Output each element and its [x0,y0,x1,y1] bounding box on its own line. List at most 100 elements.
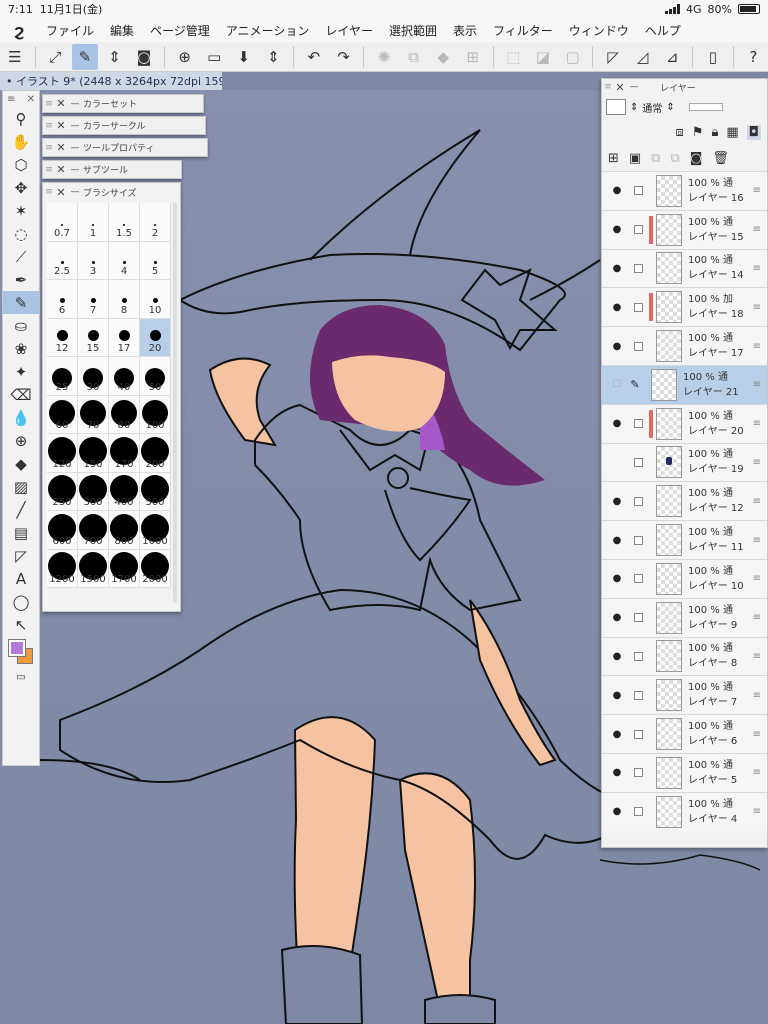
layer-row[interactable]: ● 100 % 通レイヤー 16 ≡ [602,171,767,210]
close-icon[interactable]: ✕ [614,81,626,94]
save-icon[interactable]: ⬇ [231,44,257,70]
drag-handle-icon[interactable]: ≡ [753,302,761,313]
brush-size-cell[interactable]: 5 [140,241,171,280]
grip-icon[interactable]: ≡ [43,99,55,109]
brush-size-cell[interactable]: 600 [47,511,78,550]
layer-checkbox[interactable] [634,186,643,196]
brush-size-cell[interactable]: 17 [109,318,140,357]
layer-row[interactable]: ● 100 % 通レイヤー 5 ≡ [602,752,767,792]
menu-layer[interactable]: レイヤー [317,22,381,39]
opacity-slider[interactable] [688,103,723,111]
drag-handle-icon[interactable]: ≡ [753,457,761,468]
brush-size-cell[interactable]: 1 [78,203,109,242]
layer-row[interactable]: ● 100 % 通レイヤー 12 ≡ [602,481,767,521]
magic-wand-icon[interactable]: ✶ [3,199,39,222]
eye-icon[interactable]: ● [608,302,626,313]
eye-icon[interactable]: ● [608,651,626,662]
undo-icon[interactable]: ↶ [301,44,327,70]
eye-icon[interactable]: ● [608,341,626,352]
brush-size-cell[interactable]: 80 [109,395,140,434]
grip-icon[interactable]: ≡ [7,94,15,105]
grip-icon[interactable]: ≡ [602,82,614,92]
drag-handle-icon[interactable]: ≡ [753,767,761,778]
lock-transparent-icon[interactable]: ▦ [726,125,738,140]
lock-icon[interactable]: 🔒︎ [711,125,718,140]
eye-icon[interactable]: ● [608,263,626,274]
brush-size-scrollbar[interactable] [173,203,177,603]
color-swatch[interactable] [3,636,39,666]
brush-size-cell[interactable]: 120 [47,434,78,473]
eye-icon[interactable]: ● [608,224,626,235]
layer-row[interactable]: ● 100 % 加レイヤー 18 ≡ [602,287,767,327]
eye-icon[interactable]: ● [608,457,626,468]
eye-icon[interactable]: ● [608,573,626,584]
line-icon[interactable]: ╱ [3,498,39,521]
copy-icon[interactable]: ⧉ [401,44,427,70]
eraser-icon[interactable]: ⌫ [3,383,39,406]
blend-mode-select[interactable]: 通常 [642,100,662,115]
drag-handle-icon[interactable]: ≡ [753,379,761,390]
brush-size-cell[interactable]: 700 [78,511,109,550]
trash-icon[interactable]: 🗑︎ [712,151,729,166]
layer-row[interactable]: ● 100 % 通レイヤー 9 ≡ [602,597,767,637]
snapshot-icon[interactable]: ◙ [131,44,157,70]
drag-handle-icon[interactable]: ≡ [753,573,761,584]
brush-size-cell[interactable]: 1500 [78,549,109,588]
chevron-updown-icon[interactable]: ⇕ [666,102,674,113]
gradient-icon[interactable]: ▨ [3,475,39,498]
correction-icon[interactable]: ↖ [3,613,39,636]
brush-size-cell[interactable]: 200 [140,434,171,473]
brush-size-cell[interactable]: 1700 [109,549,140,588]
panel-color-set[interactable]: ≡ ✕ — カラーセット [42,94,204,113]
brush-size-cell[interactable]: 50 [140,357,171,396]
brush-size-cell[interactable]: 2.5 [47,241,78,280]
brush-size-cell[interactable]: 1.5 [109,203,140,242]
eye-icon[interactable]: ● [608,690,626,701]
grip-icon[interactable]: ≡ [43,165,55,175]
eyedropper-icon[interactable]: ⟋ [3,245,39,268]
drag-handle-icon[interactable]: ≡ [753,690,761,701]
frame-icon[interactable]: ▤ [3,521,39,544]
layer-row[interactable]: ● 100 % 通レイヤー 17 ≡ [602,326,767,365]
ruler-icon[interactable]: ◸ [600,44,626,70]
grip-icon[interactable]: ≡ [43,121,55,131]
eye-icon[interactable]: ● [608,729,626,740]
brush-size-cell[interactable]: 150 [78,434,109,473]
chevron-updown-icon[interactable]: ⇕ [630,102,638,113]
drag-handle-icon[interactable]: ≡ [753,418,761,429]
brush-size-cell[interactable]: 3 [78,241,109,280]
help-icon[interactable]: ? [741,44,767,70]
minimize-icon[interactable]: — [67,165,83,175]
brush-size-cell[interactable]: 60 [47,395,78,434]
drag-handle-icon[interactable]: ≡ [753,651,761,662]
eye-icon[interactable]: ● [608,806,626,817]
panel-sub-tool[interactable]: ≡ ✕ — サブツール [42,160,182,179]
mesh-icon[interactable]: ⊕ [3,429,39,452]
layer-checkbox[interactable] [634,341,643,351]
visibility-off-icon[interactable]: ☐ [608,379,626,390]
layer-checkbox[interactable] [634,613,643,623]
layer-row[interactable]: ● 100 % 通レイヤー 20 ≡ [602,403,767,443]
balloon-icon[interactable]: ◯ [3,590,39,613]
drag-handle-icon[interactable]: ≡ [753,341,761,352]
eye-icon[interactable]: ● [608,496,626,507]
brush-size-cell[interactable]: 170 [109,434,140,473]
layer-row[interactable]: ● 100 % 通レイヤー 4 ≡ [602,791,767,831]
lasso-icon[interactable]: ◌ [3,222,39,245]
layer-row[interactable]: ☐ ✎ 100 % 通レイヤー 21 ≡ [602,364,767,404]
text-icon[interactable]: A [3,567,39,590]
menu-animation[interactable]: アニメーション [218,22,318,39]
device-icon[interactable]: ▯ [700,44,726,70]
brush-size-cell[interactable]: 1000 [140,511,171,550]
layer-checkbox[interactable] [634,457,643,467]
close-icon[interactable]: ✕ [27,94,35,105]
layer-color-box[interactable] [606,99,626,115]
brush-size-cell[interactable]: 30 [78,357,109,396]
minimize-icon[interactable]: — [67,143,83,153]
brush-size-cell[interactable]: 25 [47,357,78,396]
close-icon[interactable]: ✕ [55,186,67,199]
brush-size-cell[interactable]: 6 [47,280,78,319]
layer-row[interactable]: ● 100 % 通レイヤー 15 ≡ [602,209,767,249]
brush-size-cell[interactable]: 8 [109,280,140,319]
brush-size-cell[interactable]: 500 [140,472,171,511]
